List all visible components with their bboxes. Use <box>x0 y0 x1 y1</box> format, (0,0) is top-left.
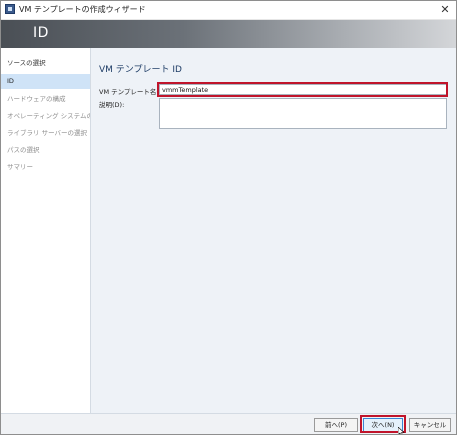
wizard-window: VM テンプレートの作成ウィザード ✕ ID ソースの選択 ID ハードウェアの… <box>0 0 457 435</box>
nav-item-hardware-config: ハードウェアの構成 <box>7 95 66 103</box>
template-name-label: VM テンプレート名(T): <box>99 88 168 96</box>
footer-bar: 前へ(P) 次へ(N) キャンセル <box>1 413 456 434</box>
mouse-pointer-icon <box>398 427 405 434</box>
nav-item-id[interactable]: ID <box>1 74 90 89</box>
description-textarea[interactable] <box>159 98 447 129</box>
nav-item-summary: サマリー <box>7 163 33 171</box>
template-name-input[interactable] <box>159 84 447 95</box>
nav-item-source-selection[interactable]: ソースの選択 <box>1 56 90 71</box>
cancel-button[interactable]: キャンセル <box>409 418 451 432</box>
vm-template-wizard-icon <box>5 4 15 14</box>
section-title: VM テンプレート ID <box>99 65 182 75</box>
window-title: VM テンプレートの作成ウィザード <box>19 5 146 14</box>
title-bar: VM テンプレートの作成ウィザード ✕ <box>1 1 456 20</box>
page-heading: ID <box>33 25 49 41</box>
nav-item-path-selection: パスの選択 <box>7 146 40 154</box>
description-label: 説明(D): <box>99 101 125 109</box>
header-banner: ID <box>1 20 456 48</box>
nav-item-os-config: オペレーティング システムの構成 <box>7 112 90 120</box>
nav-item-library-server: ライブラリ サーバーの選択 <box>7 129 88 137</box>
close-icon[interactable]: ✕ <box>438 3 452 17</box>
next-button[interactable]: 次へ(N) <box>363 418 403 432</box>
back-button[interactable]: 前へ(P) <box>314 418 358 432</box>
wizard-step-nav: ソースの選択 ID ハードウェアの構成 オペレーティング システムの構成 ライブ… <box>1 48 91 413</box>
